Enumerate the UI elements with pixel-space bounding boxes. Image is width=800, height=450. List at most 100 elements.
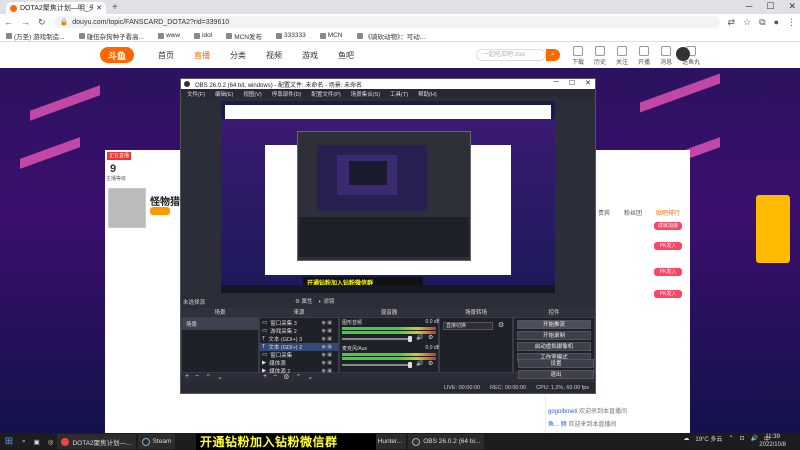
messages-button[interactable]: 消息 (660, 46, 672, 66)
new-tab-icon[interactable]: + (112, 2, 118, 13)
exit-button[interactable]: 退出 (518, 370, 594, 379)
star-icon[interactable]: ☆ (743, 17, 751, 28)
search-icon[interactable]: ⌕ (22, 438, 26, 446)
eye-icon[interactable]: ◉ ▣ (322, 328, 332, 334)
bookmark-item[interactable]: www (157, 32, 180, 39)
minimize-icon[interactable]: ─ (554, 79, 559, 87)
windows-start-icon[interactable]: ⊞ (0, 433, 18, 450)
taskbar-app-obs[interactable]: OBS 26.0.2 (64 bi... (408, 434, 485, 449)
eye-icon[interactable]: ◉ ▣ (322, 344, 332, 350)
filters-button[interactable]: ◐ 滤镜 (318, 297, 334, 305)
menu-scene-collection[interactable]: 场景集合(S) (351, 90, 380, 98)
nav-item-video[interactable]: 视频 (266, 50, 282, 61)
taskbar-clock[interactable]: 11:39 2022/10/8 (759, 434, 786, 449)
search-icon[interactable]: ⌕ (546, 49, 560, 61)
menu-help[interactable]: 帮助(H) (418, 90, 437, 98)
maximize-icon[interactable]: ☐ (766, 1, 774, 12)
menu-profile[interactable]: 配置文件(P) (311, 90, 340, 98)
reload-icon[interactable]: ↻ (38, 17, 46, 28)
history-button[interactable]: 历史 (594, 46, 606, 66)
menu-edit[interactable]: 编辑(E) (215, 90, 233, 98)
virtual-camera-button[interactable]: 启动虚拟摄像机 (517, 342, 591, 351)
arrow-up-icon[interactable]: ⌃ (295, 373, 301, 381)
arrow-down-icon[interactable]: ⌄ (217, 373, 223, 381)
arrow-down-icon[interactable]: ⌄ (307, 373, 313, 381)
follow-button[interactable]: 关注 (616, 46, 628, 66)
speaker-icon[interactable]: 🔊 (416, 334, 423, 341)
forward-icon[interactable]: → (21, 17, 30, 27)
volume-fader-knob[interactable] (408, 362, 412, 368)
profile-icon[interactable]: ● (774, 17, 779, 28)
close-icon[interactable]: ✕ (788, 1, 796, 12)
source-item-selected[interactable]: T 文本 (GDI+) 2 ◉ ▣ (260, 343, 338, 351)
close-icon[interactable]: ✕ (585, 79, 591, 87)
speaker-icon[interactable]: 🔊 (416, 360, 423, 367)
scene-item[interactable]: 场景 (182, 318, 258, 330)
gear-icon[interactable]: ⚙ (498, 321, 504, 329)
arrow-up-icon[interactable]: ⌃ (205, 373, 211, 381)
eye-icon[interactable]: ◉ ▣ (322, 368, 332, 374)
gear-icon[interactable]: ⚙ (428, 334, 433, 341)
menu-icon[interactable]: ⋮ (787, 17, 796, 28)
eye-icon[interactable]: ◉ ▣ (322, 320, 332, 326)
nav-item-home[interactable]: 首页 (158, 50, 174, 61)
volume-fader[interactable] (342, 338, 412, 340)
gear-icon[interactable]: ⚙ (428, 360, 433, 367)
app-pinned-icon[interactable]: ◎ (48, 438, 54, 446)
nav-item-live[interactable]: 直播 (194, 50, 210, 61)
transition-select[interactable]: 直接切换 (443, 322, 493, 330)
start-streaming-button[interactable]: 开始推流 (517, 320, 591, 329)
obs-preview[interactable]: 开通钻粉加入钻粉微信群 (221, 101, 555, 293)
taskbar-app-chrome[interactable]: DOTA2聚焦计划—... (57, 434, 136, 449)
volume-fader[interactable] (342, 364, 412, 366)
back-icon[interactable]: ← (4, 17, 13, 27)
start-stream-button[interactable]: 开播 (638, 46, 650, 66)
minimize-icon[interactable]: ─ (746, 1, 752, 12)
add-icon[interactable]: + (263, 373, 267, 381)
start-recording-button[interactable]: 开始录制 (517, 331, 591, 340)
add-icon[interactable]: + (185, 373, 189, 381)
taskbar-app-steam[interactable]: Steam (137, 434, 176, 449)
pk-button[interactable]: PK发入 (654, 290, 682, 298)
tab-fans[interactable]: 粉丝团 (624, 208, 642, 217)
volume-fader-knob[interactable] (408, 336, 412, 342)
eye-icon[interactable]: ◉ ▣ (322, 336, 332, 342)
maximize-icon[interactable]: ☐ (569, 79, 575, 87)
url-field[interactable]: 🔒 douyu.com/topic/FANSCARD_DOTA2?rid=339… (53, 16, 720, 28)
translate-icon[interactable]: ⇄ (728, 17, 736, 28)
bookmark-item[interactable]: idol (194, 32, 212, 39)
tab-vip[interactable]: 贵宾 (598, 208, 610, 217)
site-search-input[interactable]: 一起吃瓜吧·zoo (476, 49, 546, 61)
source-item[interactable]: T 文本 (GDI+) 3 ◉ ▣ (260, 335, 338, 343)
menu-tools[interactable]: 工具(T) (390, 90, 408, 98)
bookmark-item[interactable]: 雄伍杂狗种子看高... (78, 31, 144, 41)
volume-icon[interactable]: 🔊 (751, 435, 758, 442)
eye-icon[interactable]: ◉ ▣ (322, 360, 332, 366)
remove-icon[interactable]: − (273, 373, 277, 381)
tab-rank[interactable]: 贴吧排行 (656, 208, 680, 217)
user-avatar[interactable] (676, 47, 690, 61)
download-button[interactable]: 下载 (572, 46, 584, 66)
task-view-icon[interactable]: ▣ (34, 438, 40, 446)
properties-button[interactable]: ⚙ 属性 (295, 297, 312, 305)
nav-item-category[interactable]: 分类 (230, 50, 246, 61)
extensions-icon[interactable]: ⧉ (759, 17, 765, 28)
menu-docks[interactable]: 停靠部件(D) (272, 90, 302, 98)
gear-icon[interactable]: ⚙ (283, 373, 289, 381)
streamer-avatar[interactable] (108, 188, 146, 228)
source-item[interactable]: ▭ 窗口采集 ◉ ▣ (260, 351, 338, 359)
menu-file[interactable]: 文件(F) (187, 90, 205, 98)
nav-item-fishbar[interactable]: 鱼吧 (338, 50, 354, 61)
source-item[interactable]: ▭ 游戏采集 2 ◉ ▣ (260, 327, 338, 335)
eye-icon[interactable]: ◉ ▣ (322, 352, 332, 358)
speedup-button[interactable]: 成就加速 (654, 222, 682, 230)
network-icon[interactable]: ⊡ (739, 435, 744, 442)
pk-button[interactable]: PK发入 (654, 268, 682, 276)
bookmark-item[interactable]: (万圣) 游戏制造... (6, 31, 65, 41)
bookmark-item[interactable]: 333333 (276, 32, 306, 39)
bookmark-item[interactable]: MCN (319, 32, 343, 39)
side-promo-card[interactable] (756, 195, 790, 263)
source-item[interactable]: ▭ 窗口采集 3 ◉ ▣ (260, 319, 338, 327)
settings-button[interactable]: 设置 (518, 359, 594, 368)
bookmark-item[interactable]: MCN发布 (226, 31, 262, 41)
